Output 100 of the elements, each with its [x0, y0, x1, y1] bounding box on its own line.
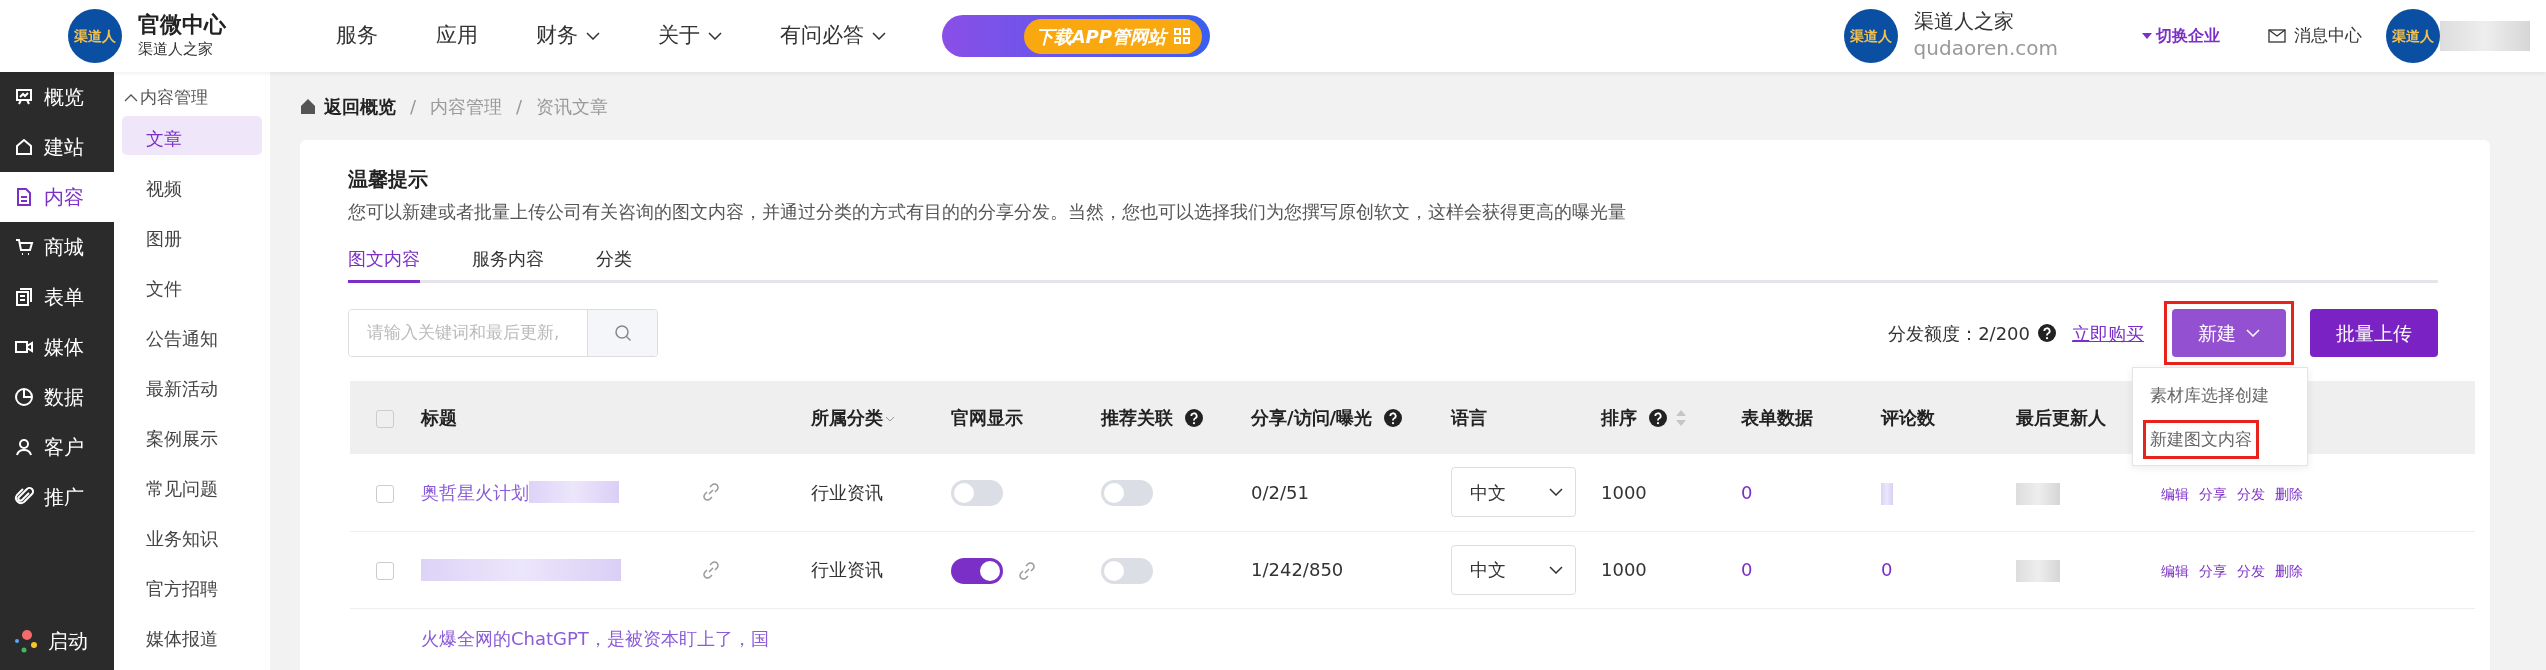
tab[interactable]: 服务内容	[472, 239, 544, 283]
submenu-item[interactable]: 媒体报道	[122, 616, 262, 655]
form-data-link[interactable]: 0	[1741, 481, 1753, 503]
submenu-item[interactable]: 官方招聘	[122, 566, 262, 605]
chart-board-icon	[14, 87, 34, 107]
language-select[interactable]: 中文	[1451, 467, 1576, 518]
quota-text: 分发额度：2/200	[1888, 321, 2030, 346]
link-icon	[701, 482, 721, 503]
action-link[interactable]: 分享	[2199, 483, 2227, 505]
submenu-item[interactable]: 常见问题	[122, 466, 262, 505]
column-header: 推荐关联	[1101, 407, 1173, 428]
breadcrumb-separator: /	[516, 94, 523, 119]
table-cell: 1/242/850	[1251, 559, 1344, 580]
comment-count-link[interactable]: 0	[1881, 559, 1893, 580]
table-cell: 行业资讯	[811, 559, 883, 580]
mail-icon	[2268, 29, 2286, 43]
submenu-item[interactable]: 图册	[122, 216, 262, 255]
checkbox[interactable]	[376, 484, 394, 503]
table-cell: 1000	[1601, 559, 1647, 580]
chevron-down-icon	[1549, 488, 1563, 497]
table-cell: 行业资讯	[811, 481, 883, 503]
article-title-link[interactable]: 奥哲星火计划	[421, 478, 529, 506]
submenu-item[interactable]: 最新活动	[122, 366, 262, 405]
toggle-switch[interactable]	[951, 480, 1003, 507]
language-select[interactable]: 中文	[1451, 544, 1576, 595]
company-domain: qudaoren.com	[1913, 35, 2058, 62]
chevron-up-icon	[124, 94, 138, 102]
sidebar-item[interactable]: 推广	[0, 472, 114, 522]
switch-company-link[interactable]: 切换企业	[2142, 24, 2220, 48]
column-header: 最后更新人	[2016, 407, 2106, 428]
search-icon	[613, 324, 632, 342]
sidebar-item[interactable]: 表单	[0, 272, 114, 322]
nav-link[interactable]: 应用	[436, 20, 478, 52]
column-header: 标题	[421, 407, 457, 428]
tab[interactable]: 图文内容	[348, 239, 420, 283]
company-logo: 渠道人	[1843, 9, 1898, 63]
chevron-down-icon[interactable]	[885, 416, 895, 422]
form-data-link[interactable]: 0	[1741, 559, 1753, 580]
submenu-item[interactable]: 文件	[122, 266, 262, 305]
column-header: 官网显示	[951, 407, 1023, 428]
breadcrumb-link[interactable]: 返回概览	[300, 92, 396, 120]
sidebar-item[interactable]: 数据	[0, 372, 114, 422]
action-link[interactable]: 删除	[2275, 561, 2303, 582]
launch-button[interactable]: 启动	[0, 616, 114, 666]
chevron-down-icon	[1549, 565, 1563, 574]
caret-down-icon	[2142, 33, 2152, 39]
sort-icon[interactable]	[1675, 409, 1687, 427]
tab[interactable]: 分类	[596, 239, 632, 283]
column-header: 排序	[1601, 407, 1637, 428]
search-button[interactable]	[587, 310, 657, 356]
copy-icon	[14, 287, 34, 307]
paperclip-icon	[14, 487, 34, 507]
avatar[interactable]: 渠道人	[2386, 9, 2440, 63]
chevron-down-icon	[708, 32, 722, 40]
submenu-item[interactable]: 公告通知	[122, 316, 262, 355]
nav-link[interactable]: 服务	[336, 20, 378, 52]
checkbox[interactable]	[376, 410, 394, 428]
nav-link[interactable]: 财务	[536, 20, 600, 52]
action-link[interactable]: 删除	[2275, 483, 2303, 505]
toggle-switch[interactable]	[1101, 480, 1153, 507]
link-icon	[701, 559, 721, 580]
sidebar-item[interactable]: 媒体	[0, 322, 114, 372]
menu-item[interactable]: 素材库选择创建	[2143, 376, 2276, 416]
chevron-down-icon	[586, 32, 600, 40]
checkbox[interactable]	[376, 562, 394, 580]
sidebar-item[interactable]: 概览	[0, 72, 114, 122]
nav-link[interactable]: 有问必答	[780, 20, 886, 52]
submenu-item[interactable]: 业务知识	[122, 516, 262, 555]
home-icon	[14, 137, 34, 157]
upload-button[interactable]: 批量上传	[2310, 309, 2438, 357]
submenu-item[interactable]: 案例展示	[122, 416, 262, 455]
app-subtitle: 渠道人之家	[138, 38, 214, 60]
table-cell: 1000	[1601, 481, 1647, 503]
chevron-down-icon	[2246, 329, 2260, 337]
new-button[interactable]: 新建	[2172, 309, 2286, 357]
search-field[interactable]: 请输入关键词和最后更新,	[348, 309, 658, 357]
sidebar-item[interactable]: 商城	[0, 222, 114, 272]
sidebar-item[interactable]: 内容	[0, 172, 114, 222]
action-link[interactable]: 分发	[2237, 561, 2265, 582]
chevron-down-icon	[872, 32, 886, 40]
action-link[interactable]: 分享	[2199, 561, 2227, 582]
nav-link[interactable]: 关于	[658, 20, 722, 52]
action-link[interactable]: 编辑	[2161, 561, 2189, 582]
toggle-switch[interactable]	[1101, 557, 1153, 584]
submenu-item[interactable]: 文章	[122, 116, 262, 155]
action-link[interactable]: 分发	[2237, 483, 2265, 505]
submenu-group[interactable]: 内容管理	[114, 72, 208, 116]
notice-text: 您可以新建或者批量上传公司有关咨询的图文内容，并通过分类的方式有目的的分享分发。当然，您也可以选择我们为您撰写原创软文，这样会获得更高的曝光量	[348, 200, 1627, 224]
toggle-switch[interactable]	[951, 557, 1003, 584]
sidebar-item[interactable]: 建站	[0, 122, 114, 172]
messages-link[interactable]: 消息中心	[2268, 23, 2362, 49]
table-cell: 0/2/51	[1251, 481, 1309, 503]
submenu-item[interactable]: 视频	[122, 166, 262, 205]
menu-item[interactable]: 新建图文内容	[2143, 419, 2259, 459]
action-link[interactable]: 编辑	[2161, 483, 2189, 505]
sidebar-item[interactable]: 客户	[0, 422, 114, 472]
article-title-link[interactable]: 火爆全网的ChatGPT，是被资本盯上了，国	[421, 624, 769, 652]
buy-now-link[interactable]: 立即购买	[2072, 319, 2144, 347]
notice-title: 温馨提示	[348, 166, 429, 193]
column-header: 评论数	[1881, 407, 1935, 428]
